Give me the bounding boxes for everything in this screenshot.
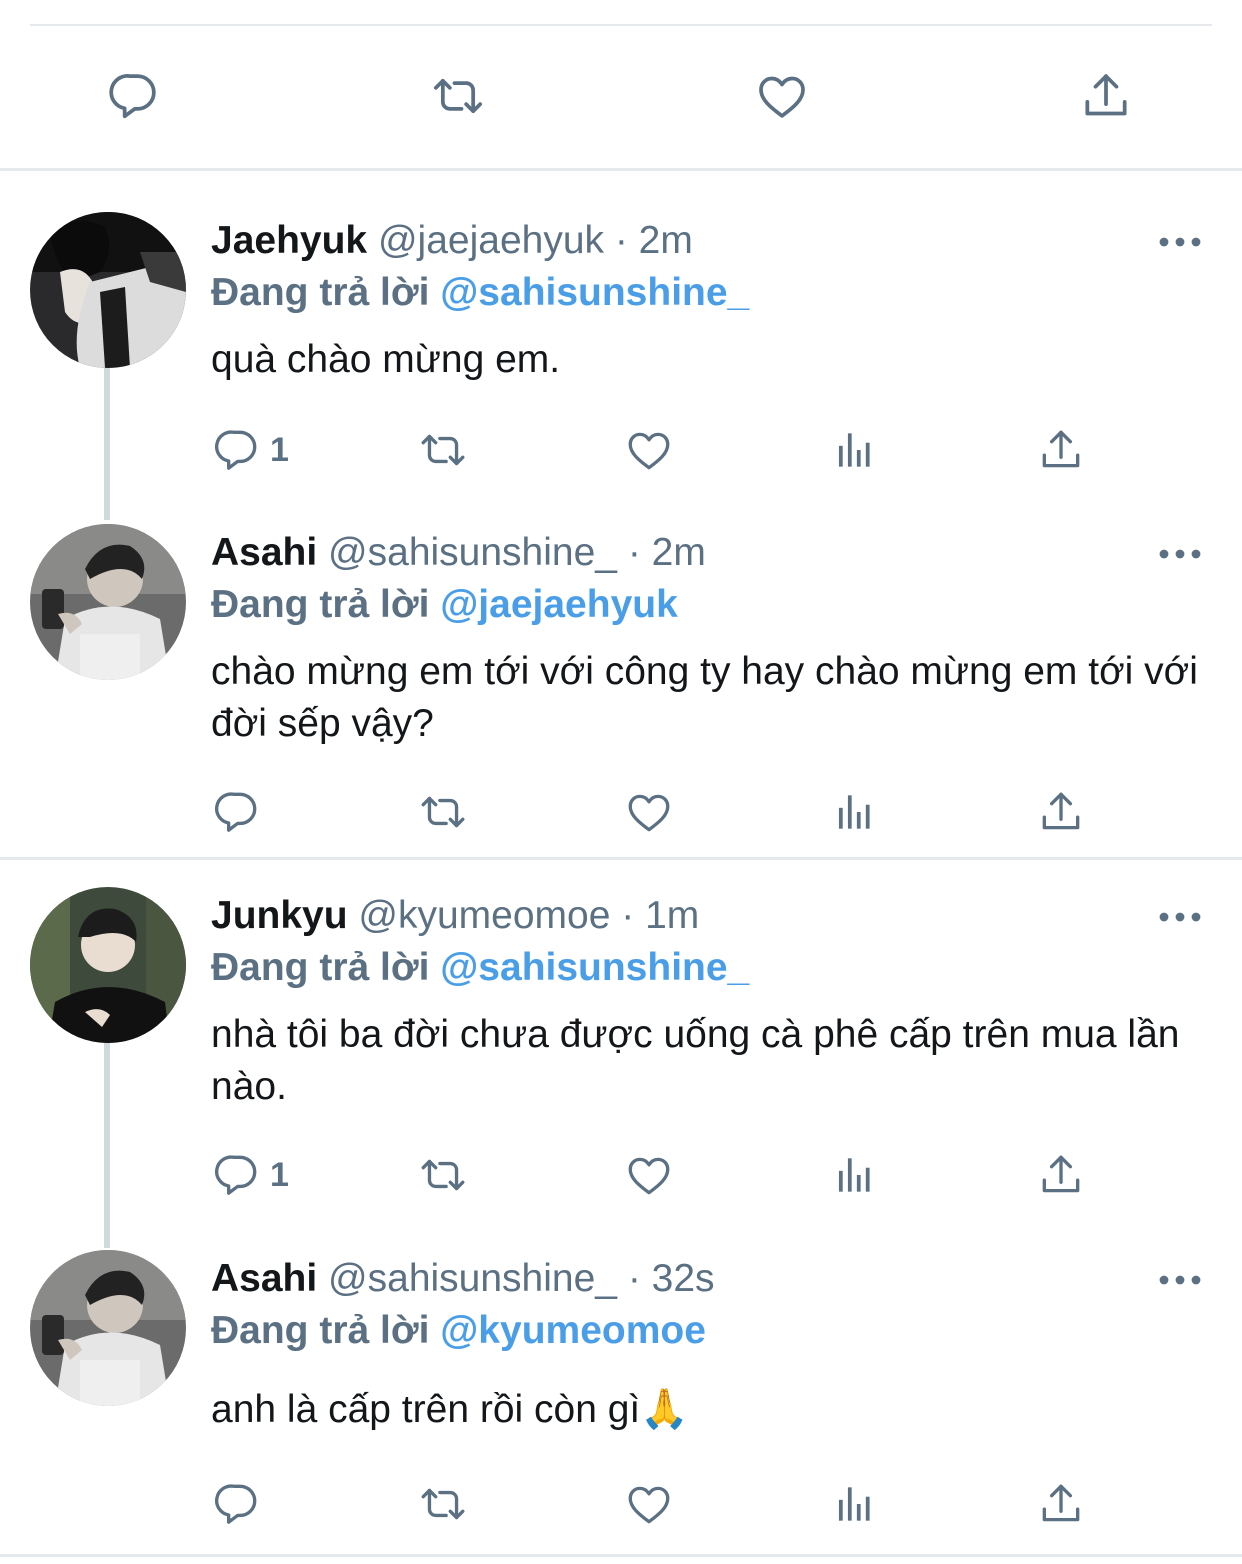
user-name[interactable]: Asahi xyxy=(211,1257,317,1300)
mention-link[interactable]: @sahisunshine_ xyxy=(440,271,749,314)
mention-link[interactable]: @jaejaehyuk xyxy=(440,583,678,626)
reply-button[interactable] xyxy=(212,1474,270,1534)
analytics-button[interactable] xyxy=(830,1145,880,1205)
reply-icon xyxy=(212,1150,262,1200)
tweet-text: anh là cấp trên rồi còn gì🙏 xyxy=(211,1388,689,1431)
analytics-button[interactable] xyxy=(830,1474,880,1534)
reply-icon[interactable] xyxy=(104,68,164,124)
timestamp[interactable]: · 32s xyxy=(628,1257,715,1300)
tweet-text: nhà tôi ba đời chưa được uống cà phê cấp… xyxy=(211,1013,1180,1108)
reply-button[interactable]: 1 xyxy=(212,420,289,480)
tweet-text: chào mừng em tới với công ty hay chào mừ… xyxy=(211,650,1198,745)
tweet[interactable]: Jaehyuk @jaejaehyuk · 2m Đang trả lời @s… xyxy=(0,212,1242,502)
retweet-button[interactable] xyxy=(418,782,468,842)
reply-button[interactable] xyxy=(212,782,270,842)
tweet-actions xyxy=(0,782,1242,842)
replying-to: Đang trả lời @sahisunshine_ xyxy=(211,270,749,316)
reply-icon xyxy=(212,787,262,837)
retweet-icon xyxy=(418,425,468,475)
retweet-icon[interactable] xyxy=(428,68,488,124)
analytics-icon xyxy=(830,787,880,837)
tweet-text: quà chào mừng em. xyxy=(211,338,561,381)
replying-to: Đang trả lời @sahisunshine_ xyxy=(211,945,749,991)
share-icon[interactable] xyxy=(1076,68,1136,124)
avatar[interactable] xyxy=(30,1250,186,1406)
analytics-icon xyxy=(830,425,880,475)
tweet-actions: 1 xyxy=(0,420,1242,480)
share-icon xyxy=(1036,787,1086,837)
share-button[interactable] xyxy=(1036,1145,1086,1205)
section-divider xyxy=(0,168,1242,171)
like-button[interactable] xyxy=(624,1474,674,1534)
mention-link[interactable]: @sahisunshine_ xyxy=(440,946,749,989)
avatar[interactable] xyxy=(30,524,186,680)
tweet-actions: 1 xyxy=(0,1145,1242,1205)
analytics-icon xyxy=(830,1150,880,1200)
tweet-header: Junkyu @kyumeomoe · 1m xyxy=(211,893,699,939)
retweet-icon xyxy=(418,1150,468,1200)
user-handle[interactable]: @sahisunshine_ xyxy=(328,1257,617,1300)
tweet-header: Asahi @sahisunshine_ · 32s xyxy=(211,1256,715,1302)
replying-to-label: Đang trả lời xyxy=(211,946,430,989)
tweet[interactable]: Junkyu @kyumeomoe · 1m Đang trả lời @sah… xyxy=(0,887,1242,1207)
like-icon xyxy=(624,1150,674,1200)
user-handle[interactable]: @jaejaehyuk xyxy=(378,219,604,262)
retweet-button[interactable] xyxy=(418,1145,468,1205)
like-icon xyxy=(624,787,674,837)
analytics-icon xyxy=(830,1479,880,1529)
user-name[interactable]: Jaehyuk xyxy=(211,219,367,262)
like-button[interactable] xyxy=(624,1145,674,1205)
reply-icon xyxy=(212,1479,262,1529)
more-icon[interactable] xyxy=(1156,1260,1204,1300)
reply-count: 1 xyxy=(270,1155,289,1194)
more-icon[interactable] xyxy=(1156,534,1204,574)
tweet[interactable]: Asahi @sahisunshine_ · 2m Đang trả lời @… xyxy=(0,524,1242,844)
avatar[interactable] xyxy=(30,212,186,368)
tweet-header: Asahi @sahisunshine_ · 2m xyxy=(211,530,706,576)
retweet-button[interactable] xyxy=(418,420,468,480)
analytics-button[interactable] xyxy=(830,782,880,842)
replying-to: Đang trả lời @jaejaehyuk xyxy=(211,582,678,628)
like-icon xyxy=(624,425,674,475)
like-button[interactable] xyxy=(624,420,674,480)
share-icon xyxy=(1036,425,1086,475)
share-icon xyxy=(1036,1479,1086,1529)
analytics-button[interactable] xyxy=(830,420,880,480)
top-divider xyxy=(30,24,1212,26)
share-icon xyxy=(1036,1150,1086,1200)
replying-to-label: Đang trả lời xyxy=(211,1309,430,1352)
user-handle[interactable]: @sahisunshine_ xyxy=(328,531,617,574)
retweet-button[interactable] xyxy=(418,1474,468,1534)
reply-button[interactable]: 1 xyxy=(212,1145,289,1205)
replying-to-label: Đang trả lời xyxy=(211,583,430,626)
reply-count: 1 xyxy=(270,430,289,469)
like-icon xyxy=(624,1479,674,1529)
user-handle[interactable]: @kyumeomoe xyxy=(358,894,610,937)
share-button[interactable] xyxy=(1036,782,1086,842)
retweet-icon xyxy=(418,1479,468,1529)
reply-icon xyxy=(212,425,262,475)
timestamp[interactable]: · 2m xyxy=(615,219,693,262)
tweet-header: Jaehyuk @jaejaehyuk · 2m xyxy=(211,218,693,264)
like-icon[interactable] xyxy=(752,68,812,124)
section-divider xyxy=(0,857,1242,860)
user-name[interactable]: Junkyu xyxy=(211,894,348,937)
share-button[interactable] xyxy=(1036,420,1086,480)
tweet[interactable]: Asahi @sahisunshine_ · 32s Đang trả lời … xyxy=(0,1250,1242,1540)
replying-to: Đang trả lời @kyumeomoe xyxy=(211,1308,706,1354)
more-icon[interactable] xyxy=(1156,897,1204,937)
main-tweet-actions xyxy=(0,40,1242,150)
more-icon[interactable] xyxy=(1156,222,1204,262)
share-button[interactable] xyxy=(1036,1474,1086,1534)
retweet-icon xyxy=(418,787,468,837)
timestamp[interactable]: · 2m xyxy=(628,531,706,574)
tweet-actions xyxy=(0,1474,1242,1534)
mention-link[interactable]: @kyumeomoe xyxy=(440,1309,706,1352)
section-divider xyxy=(0,1554,1242,1557)
timestamp[interactable]: · 1m xyxy=(621,894,699,937)
user-name[interactable]: Asahi xyxy=(211,531,317,574)
avatar[interactable] xyxy=(30,887,186,1043)
like-button[interactable] xyxy=(624,782,674,842)
replying-to-label: Đang trả lời xyxy=(211,271,430,314)
